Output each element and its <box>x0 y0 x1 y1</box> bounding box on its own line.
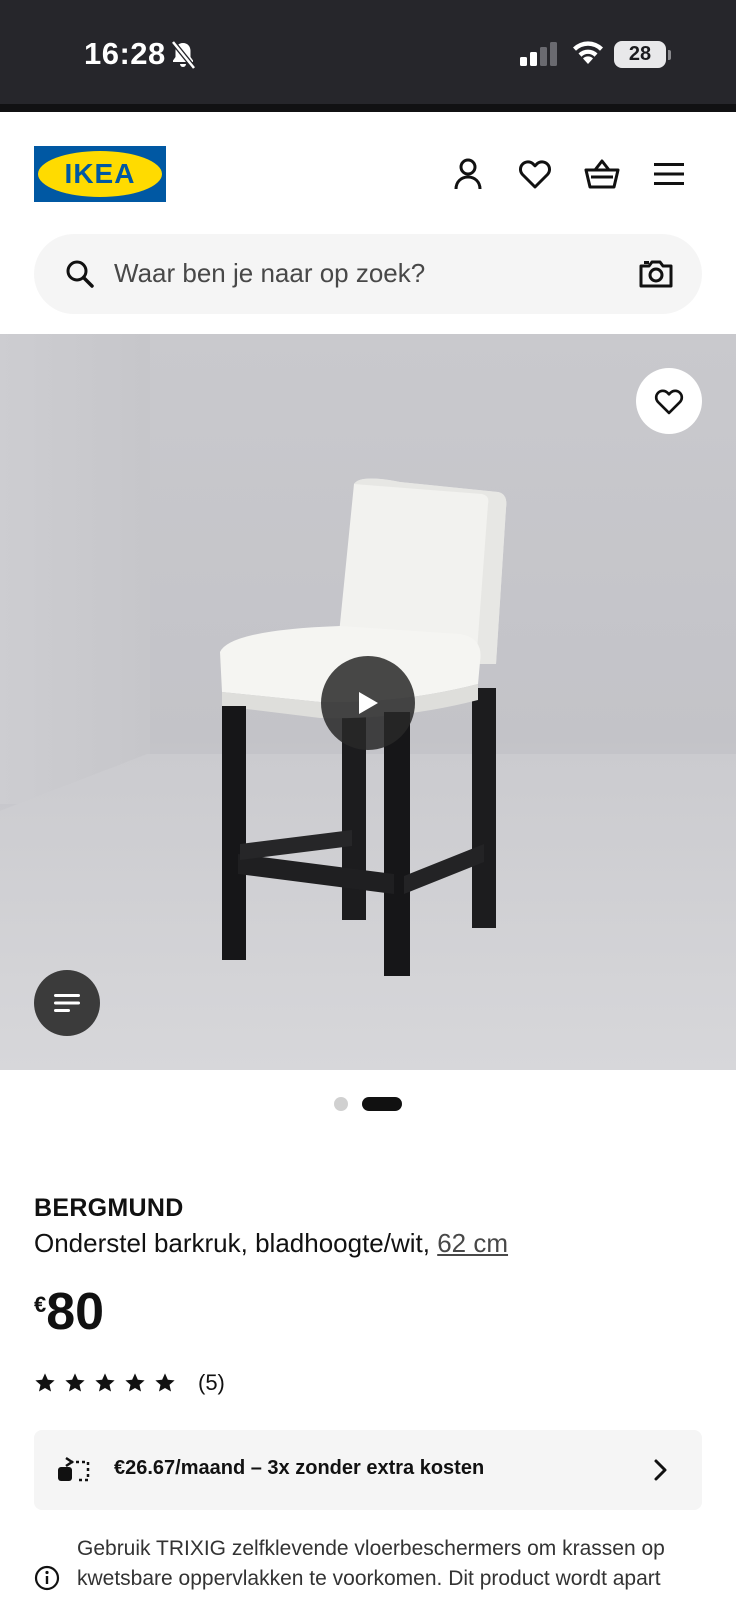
product-description-text: Onderstel barkruk, bladhoogte/wit, <box>34 1228 438 1258</box>
price-value: 80 <box>46 1283 105 1341</box>
play-icon <box>359 692 378 714</box>
search-input[interactable]: Waar ben je naar op zoek? <box>34 234 702 314</box>
carousel-dot[interactable] <box>334 1097 348 1111</box>
rating-count: (5) <box>198 1370 225 1395</box>
star-icon <box>155 1373 175 1392</box>
carousel-indicator <box>0 1096 736 1112</box>
product-name: BERGMUND <box>34 1194 184 1222</box>
menu-button[interactable] <box>651 156 687 192</box>
price-currency: € <box>34 1292 47 1317</box>
favorite-button[interactable] <box>636 368 702 434</box>
product-size-link[interactable]: 62 cm <box>437 1228 508 1258</box>
product-image[interactable] <box>0 334 736 1070</box>
signal-icon <box>520 42 557 66</box>
basket-icon <box>584 159 620 189</box>
carousel-dot-active[interactable] <box>362 1097 402 1111</box>
product-price: € 80 <box>34 1286 104 1338</box>
status-time: 16:28 <box>84 36 166 71</box>
battery-level: 28 <box>628 43 652 65</box>
camera-search-icon[interactable] <box>638 256 674 292</box>
account-button[interactable] <box>450 156 486 192</box>
product-description: Onderstel barkruk, bladhoogte/wit, 62 cm <box>34 1228 508 1259</box>
cart-button[interactable] <box>584 156 620 192</box>
bell-muted-icon <box>171 40 196 70</box>
ikea-logo-oval: IKEA <box>38 151 162 197</box>
info-icon <box>34 1565 60 1591</box>
product-rating[interactable]: (5) <box>34 1370 225 1396</box>
star-icon <box>65 1373 85 1392</box>
product-details-button[interactable] <box>34 970 100 1036</box>
hamburger-menu-icon <box>654 163 684 185</box>
favorites-button[interactable] <box>517 156 553 192</box>
details-lines-icon <box>54 994 80 1012</box>
search-placeholder: Waar ben je naar op zoek? <box>114 258 426 288</box>
financing-option[interactable]: €26.67/maand – 3x zonder extra kosten <box>34 1430 702 1510</box>
battery-indicator: 28 <box>614 41 671 68</box>
heart-icon <box>519 160 551 189</box>
product-notice: Gebruik TRIXIG zelfklevende vloerbescher… <box>77 1537 665 1590</box>
installment-payment-icon <box>58 1456 90 1482</box>
search-icon <box>66 260 94 288</box>
user-icon <box>454 158 482 190</box>
star-icon <box>95 1373 115 1392</box>
site-header: IKEA Waar ben je naar op zoek? <box>0 112 736 334</box>
heart-icon <box>654 389 684 414</box>
wifi-icon <box>573 41 603 64</box>
play-video-button[interactable] <box>321 656 415 750</box>
chevron-right-icon <box>654 1459 667 1481</box>
ikea-logo-text: IKEA <box>64 158 136 189</box>
ikea-logo[interactable]: IKEA <box>34 146 166 202</box>
status-bar: 16:28 28 <box>0 0 736 112</box>
financing-text: €26.67/maand – 3x zonder extra kosten <box>114 1457 485 1479</box>
star-icon <box>125 1373 145 1392</box>
star-icon <box>35 1373 55 1392</box>
